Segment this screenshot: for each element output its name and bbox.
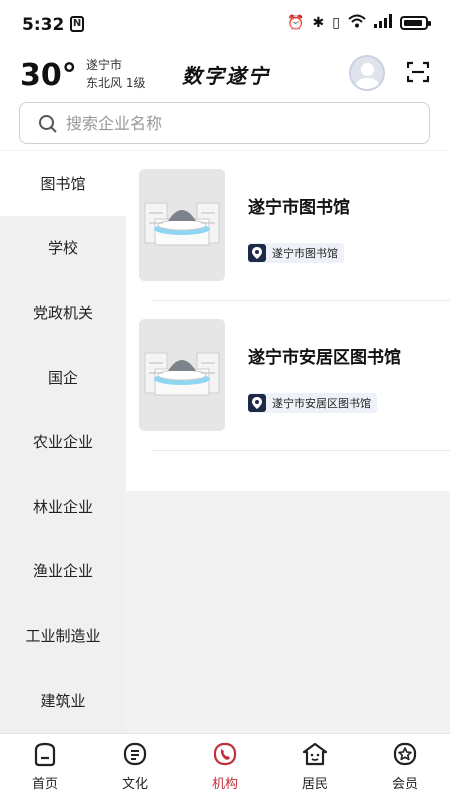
institution-title: 遂宁市图书馆 — [248, 198, 350, 218]
culture-icon — [123, 742, 147, 766]
location-tag: 遂宁市图书馆 — [248, 243, 344, 263]
sidebar-item-government[interactable]: 党政机关 — [0, 280, 126, 345]
app-title: 数字遂宁 — [182, 64, 270, 88]
search-icon — [39, 115, 57, 133]
institution-icon — [213, 742, 237, 766]
list-item[interactable]: 遂宁市图书馆 遂宁市图书馆 — [139, 151, 450, 301]
tab-label: 会员 — [391, 777, 418, 792]
home-icon — [34, 742, 56, 767]
location-tag: 遂宁市安居区图书馆 — [248, 393, 377, 413]
wifi-icon — [348, 14, 366, 32]
location-tag-label: 遂宁市图书馆 — [272, 247, 338, 260]
temperature: 30° — [20, 58, 77, 93]
sidebar-item-agriculture[interactable]: 农业企业 — [0, 409, 126, 474]
search-bar[interactable] — [19, 102, 430, 144]
sidebar-item-school[interactable]: 学校 — [0, 216, 126, 281]
weather-city: 遂宁市 — [86, 58, 123, 72]
tab-institution[interactable]: 机构 — [180, 734, 270, 800]
resident-icon — [302, 742, 328, 766]
status-icons: ⏰ ✱ ▯ — [287, 14, 431, 32]
weather-wind: 东北风 1级 — [86, 76, 146, 90]
tab-resident[interactable]: 居民 — [270, 734, 360, 800]
tab-label: 居民 — [301, 777, 328, 792]
alarm-icon: ⏰ — [287, 15, 305, 31]
institution-title: 遂宁市安居区图书馆 — [248, 348, 401, 368]
sidebar-item-label: 农业企业 — [32, 433, 93, 452]
location-tag-label: 遂宁市安居区图书馆 — [272, 397, 371, 410]
sidebar-item-forestry[interactable]: 林业企业 — [0, 474, 126, 539]
sidebar-item-manufacturing[interactable]: 工业制造业 — [0, 603, 126, 668]
status-time: 5:32 — [22, 15, 65, 35]
sidebar-item-label: 建筑业 — [40, 691, 86, 710]
member-icon — [393, 742, 417, 766]
scan-icon[interactable] — [407, 61, 429, 83]
bluetooth-icon: ✱ — [312, 15, 325, 31]
status-bar: 5:32 N ⏰ ✱ ▯ — [0, 0, 450, 50]
sidebar-item-label: 学校 — [47, 239, 78, 258]
divider — [152, 450, 450, 451]
signal-icon — [374, 14, 392, 32]
sidebar-item-state-enterprise[interactable]: 国企 — [0, 345, 126, 410]
avatar[interactable] — [349, 55, 385, 91]
sidebar-item-label: 图书馆 — [40, 174, 86, 193]
building-thumbnail — [139, 319, 225, 431]
location-pin-icon — [248, 394, 266, 412]
sidebar-item-label: 渔业企业 — [32, 562, 93, 581]
sidebar-item-library[interactable]: 图书馆 — [0, 151, 126, 216]
sidebar-item-label: 工业制造业 — [25, 626, 101, 645]
tab-label: 首页 — [31, 777, 58, 792]
header: 30° 遂宁市 东北风 1级 数字遂宁 — [0, 50, 450, 150]
sidebar-item-construction[interactable]: 建筑业 — [0, 668, 126, 733]
category-sidebar: 图书馆 学校 党政机关 国企 农业企业 林业企业 渔业企业 工业制造业 建筑业 — [0, 151, 126, 733]
institution-list: 遂宁市图书馆 遂宁市图书馆 遂宁市安居区图书馆 遂宁市安居区图书馆 — [126, 151, 450, 491]
list-item[interactable]: 遂宁市安居区图书馆 遂宁市安居区图书馆 — [139, 301, 450, 451]
search-input[interactable] — [66, 111, 406, 135]
sidebar-item-label: 林业企业 — [32, 497, 93, 516]
sidebar-item-fishery[interactable]: 渔业企业 — [0, 539, 126, 604]
sidebar-item-label: 党政机关 — [32, 303, 93, 322]
tab-label: 机构 — [211, 777, 238, 792]
battery-icon — [400, 16, 431, 30]
tab-home[interactable]: 首页 — [0, 734, 90, 800]
nfc-icon: N — [70, 16, 84, 32]
location-pin-icon — [248, 244, 266, 262]
vibrate-icon: ▯ — [332, 15, 340, 31]
building-thumbnail — [139, 169, 225, 281]
tab-member[interactable]: 会员 — [360, 734, 450, 800]
bottom-tab-bar: 首页 文化 机构 居民 会员 — [0, 733, 450, 800]
tab-culture[interactable]: 文化 — [90, 734, 180, 800]
sidebar-item-label: 国企 — [47, 368, 78, 387]
tab-label: 文化 — [121, 777, 148, 792]
